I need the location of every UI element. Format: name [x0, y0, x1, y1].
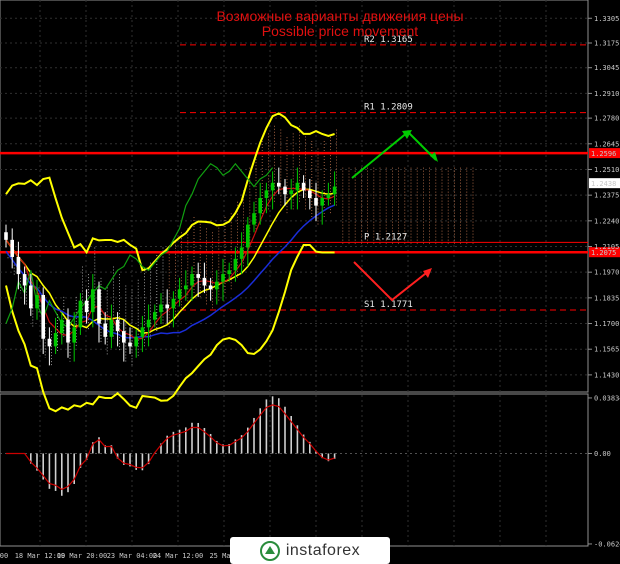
candle-body: [97, 289, 101, 324]
candle-body: [326, 194, 331, 198]
candle-body: [159, 304, 163, 313]
candle-body: [289, 190, 293, 195]
level-label: P 1.2127: [364, 232, 407, 242]
price-chart: R2 1.3165R1 1.28091.2596P 1.21271.2075S1…: [0, 0, 620, 560]
candle-body: [215, 281, 219, 290]
candle-body: [270, 182, 275, 191]
candle-body: [314, 198, 318, 206]
y-tick-label: 1.1700: [594, 320, 619, 328]
candle-body: [84, 300, 89, 313]
y-tick-label: 1.1835: [594, 294, 619, 302]
y-axis: 1.3305 1.3175 1.3045 1.2910 1.2780 1.2645 1.25…: [588, 15, 619, 379]
candle-body: [66, 319, 70, 343]
candle-body: [41, 295, 45, 339]
candle-body: [239, 247, 244, 259]
brand-logo: instaforex: [230, 537, 390, 564]
candle-body: [295, 182, 300, 191]
x-tick-label: 19 Mar 20:00: [57, 552, 108, 560]
candle-body: [308, 190, 312, 198]
candle-body: [10, 239, 14, 257]
candle-body: [184, 285, 188, 290]
candle-body: [140, 327, 145, 337]
candle-body: [60, 319, 64, 334]
x-tick-label: 25 Ma: [209, 552, 230, 560]
candle-body: [202, 277, 207, 286]
y-tick-label: 1.3175: [594, 39, 619, 47]
candle-body: [258, 198, 262, 214]
candle-body: [171, 298, 176, 309]
candle-body: [277, 182, 281, 187]
x-tick-label: 24 Mar 12:00: [153, 552, 204, 560]
candle-body: [320, 198, 324, 206]
macd-tick-label: 0.03834: [594, 394, 620, 402]
candle-body: [283, 186, 287, 195]
candle-body: [332, 186, 337, 195]
candle-body: [252, 213, 256, 225]
candle-body: [221, 274, 225, 282]
candle-body: [4, 232, 8, 240]
y-tick-label: 1.2510: [594, 166, 619, 174]
candle-body: [72, 327, 76, 343]
y-tick-label: 1.3305: [594, 15, 619, 23]
candle-body: [153, 312, 157, 320]
candle-body: [47, 338, 52, 347]
candle-body: [35, 295, 39, 309]
candle-body: [91, 289, 95, 313]
x-tick-label: 00: [0, 552, 8, 560]
candle-body: [190, 274, 194, 286]
candle-body: [103, 323, 107, 337]
candle-body: [227, 270, 231, 275]
macd-tick-label: 0.00: [594, 450, 611, 458]
candle-body: [122, 331, 126, 343]
macd-tick-label: -0.06247: [594, 540, 620, 548]
y-tick-label: 1.1970: [594, 269, 619, 277]
y-tick-label: 1.1430: [594, 371, 619, 379]
brand-name: instaforex: [285, 541, 361, 559]
level-label: R1 1.2809: [364, 103, 413, 113]
y-tick-label: 1.1565: [594, 346, 619, 354]
candle-body: [165, 304, 169, 309]
level-tag: 1.2596: [591, 150, 616, 158]
candle-body: [134, 336, 138, 347]
y-tick-label: 1.2780: [594, 115, 619, 123]
macd-axis: 0.03834 0.00 -0.06247: [588, 394, 620, 548]
chart-title-ru: Возможные варианты движения цены: [216, 8, 463, 24]
candle-body: [233, 258, 238, 271]
y-tick-label: 1.2645: [594, 140, 619, 148]
candle-body: [22, 274, 27, 286]
candle-body: [246, 224, 250, 248]
y-tick-label: 1.2240: [594, 217, 619, 225]
instaforex-icon: [259, 540, 280, 561]
chart-title-en: Possible price movement: [262, 23, 419, 39]
candle-body: [128, 342, 132, 347]
candle-body: [78, 300, 83, 328]
level-label: S1 1.1771: [364, 300, 413, 310]
candle-body: [29, 285, 33, 309]
y-tick-label: 1.3045: [594, 64, 619, 72]
y-tick-label: 1.2105: [594, 243, 619, 251]
last-price-tag: 1.2438: [591, 180, 616, 188]
candle-body: [208, 285, 213, 290]
candle-body: [301, 182, 306, 191]
x-axis: 00 18 Mar 12:0019 Mar 20:00 23 Mar 04:0024…: [0, 552, 231, 560]
candle-body: [16, 256, 21, 275]
y-tick-label: 1.2375: [594, 192, 619, 200]
x-tick-label: 23 Mar 04:00: [107, 552, 158, 560]
candle-body: [146, 319, 151, 328]
y-tick-label: 1.2910: [594, 90, 619, 98]
candle-body: [264, 190, 269, 198]
candle-body: [109, 319, 114, 337]
candle-body: [177, 289, 182, 299]
candle-body: [53, 333, 58, 347]
candle-body: [115, 319, 120, 332]
candle-body: [196, 274, 200, 278]
